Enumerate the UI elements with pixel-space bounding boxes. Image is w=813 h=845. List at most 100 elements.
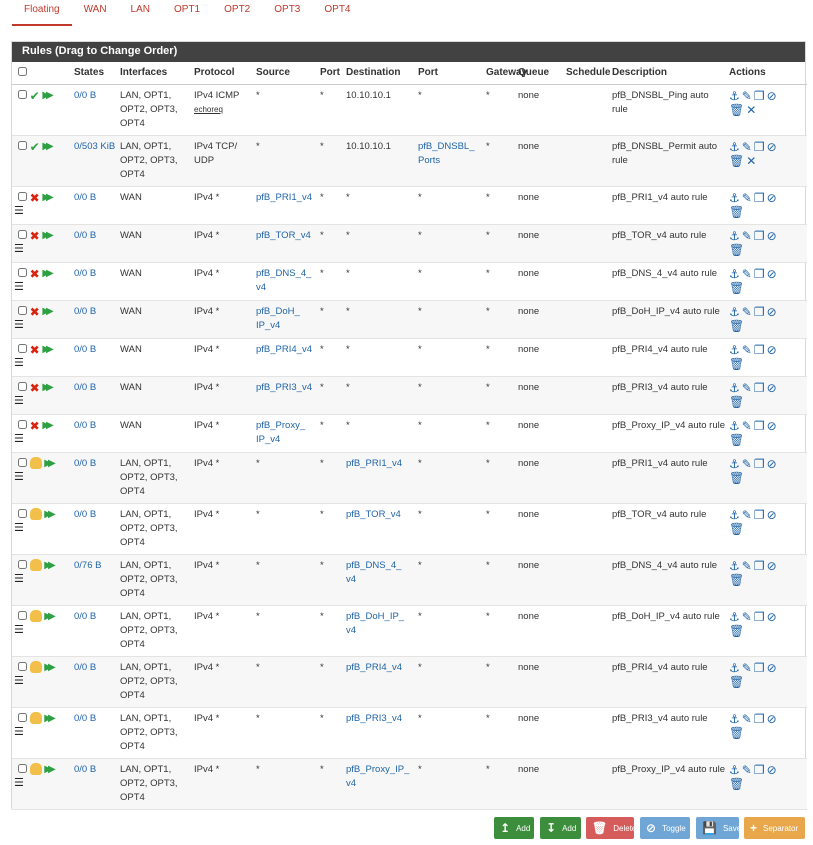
disable-icon[interactable]: ⊘ [767,89,777,103]
row-checkbox[interactable] [18,559,27,569]
row-checkbox[interactable] [18,381,27,391]
source-cell[interactable]: pfB_DoH_ IP_v4 [254,300,318,339]
table-row[interactable]: ✔ ▶▶ 0/503 KiB LAN, OPT1, OPT2, OPT3, OPT4… [12,135,807,187]
states-cell[interactable]: 0/0 B [72,707,118,759]
anchor-icon[interactable]: ⚓ [729,191,740,205]
copy-icon[interactable]: ❐ [754,191,765,205]
table-row[interactable]: ▶▶ ☰ 0/0 B LAN, OPT1, OPT2, OPT3, OPT4 IPv4 … [12,503,807,555]
trash-icon[interactable]: 🗑 [729,103,744,117]
tab-floating[interactable]: Floating [12,0,72,26]
anchor-icon[interactable]: ⚓ [729,140,740,154]
tab-wan[interactable]: WAN [72,0,119,26]
anchor-icon[interactable]: ⚓ [729,661,740,675]
copy-icon[interactable]: ❐ [754,343,765,357]
states-cell[interactable]: 0/0 B [72,503,118,555]
states-cell[interactable]: 0/0 B [72,452,118,504]
row-checkbox[interactable] [18,661,27,671]
tab-opt2[interactable]: OPT2 [212,0,262,26]
copy-icon[interactable]: ❐ [754,305,765,319]
table-row[interactable]: ▶▶ ☰ 0/0 B LAN, OPT1, OPT2, OPT3, OPT4 IPv4 … [12,452,807,504]
states-cell[interactable]: 0/0 B [72,224,118,263]
row-checkbox[interactable] [18,89,27,99]
edit-icon[interactable]: ✎ [742,712,752,726]
table-row[interactable]: ▶▶ ☰ 0/0 B LAN, OPT1, OPT2, OPT3, OPT4 IPv4 … [12,758,807,810]
copy-icon[interactable]: ❐ [754,140,765,154]
destination-cell[interactable]: pfB_DoH_IP_ v4 [344,605,416,657]
table-row[interactable]: ▶▶ ☰ 0/0 B LAN, OPT1, OPT2, OPT3, OPT4 IPv4 … [12,656,807,708]
states-cell[interactable]: 0/0 B [72,84,118,136]
table-row[interactable]: ▶▶ ☰ 0/0 B LAN, OPT1, OPT2, OPT3, OPT4 IPv4 … [12,605,807,657]
anchor-icon[interactable]: ⚓ [729,305,740,319]
copy-icon[interactable]: ❐ [754,267,765,281]
add-button[interactable]: ↧ Add [540,817,581,839]
copy-icon[interactable]: ❐ [754,381,765,395]
trash-icon[interactable]: 🗑 [729,357,744,371]
anchor-icon[interactable]: ⚓ [729,381,740,395]
states-cell[interactable]: 0/503 KiB [72,135,118,187]
disable-icon[interactable]: ⊘ [767,305,777,319]
anchor-icon[interactable]: ⚓ [729,508,740,522]
trash-icon[interactable]: 🗑 [729,205,744,219]
states-cell[interactable]: 0/0 B [72,186,118,225]
edit-icon[interactable]: ✎ [742,191,752,205]
row-checkbox[interactable] [18,343,27,353]
disable-icon[interactable]: ⊘ [767,229,777,243]
disable-icon[interactable]: ⊘ [767,140,777,154]
destination-cell[interactable]: pfB_PRI1_v4 [344,452,416,504]
trash-icon[interactable]: 🗑 [729,319,744,333]
copy-icon[interactable]: ❐ [754,89,765,103]
row-checkbox[interactable] [18,305,27,315]
destination-cell[interactable]: pfB_PRI3_v4 [344,707,416,759]
edit-icon[interactable]: ✎ [742,763,752,777]
anchor-icon[interactable]: ⚓ [729,229,740,243]
trash-icon[interactable]: 🗑 [729,471,744,485]
copy-icon[interactable]: ❐ [754,763,765,777]
protocol-subtype[interactable]: echoreq [194,105,223,114]
edit-icon[interactable]: ✎ [742,559,752,573]
table-row[interactable]: ✔ ▶▶ 0/0 B LAN, OPT1, OPT2, OPT3, OPT4 IPv4… [12,84,807,136]
source-cell[interactable]: pfB_TOR_v4 [254,224,318,263]
source-cell[interactable]: pfB_DNS_4_ v4 [254,262,318,301]
disable-icon[interactable]: ⊘ [767,343,777,357]
anchor-icon[interactable]: ⚓ [729,457,740,471]
destination-cell[interactable]: pfB_TOR_v4 [344,503,416,555]
copy-icon[interactable]: ❐ [754,419,765,433]
select-all-checkbox[interactable] [18,67,27,77]
edit-icon[interactable]: ✎ [742,457,752,471]
table-row[interactable]: ✖ ▶▶ ☰ 0/0 B WAN IPv4 * pfB_TOR_v4 * * * * none pfB… [12,224,807,263]
states-cell[interactable]: 0/0 B [72,338,118,377]
disable-icon[interactable]: ⊘ [767,419,777,433]
row-checkbox[interactable] [18,229,27,239]
trash-icon[interactable]: 🗑 [729,395,744,409]
disable-icon[interactable]: ⊘ [767,661,777,675]
edit-icon[interactable]: ✎ [742,419,752,433]
table-row[interactable]: ✖ ▶▶ ☰ 0/0 B WAN IPv4 * pfB_Proxy_ IP_v4 * * * * n… [12,414,807,453]
edit-icon[interactable]: ✎ [742,267,752,281]
row-checkbox[interactable] [18,140,27,150]
anchor-icon[interactable]: ⚓ [729,267,740,281]
row-checkbox[interactable] [18,508,27,518]
table-row[interactable]: ▶▶ ☰ 0/0 B LAN, OPT1, OPT2, OPT3, OPT4 IPv4 … [12,707,807,759]
source-cell[interactable]: pfB_PRI3_v4 [254,376,318,415]
edit-icon[interactable]: ✎ [742,381,752,395]
source-cell[interactable]: pfB_PRI4_v4 [254,338,318,377]
row-checkbox[interactable] [18,712,27,722]
copy-icon[interactable]: ❐ [754,559,765,573]
copy-icon[interactable]: ❐ [754,508,765,522]
trash-icon[interactable]: 🗑 [729,777,744,791]
row-checkbox[interactable] [18,267,27,277]
states-cell[interactable]: 0/76 B [72,554,118,606]
anchor-icon[interactable]: ⚓ [729,559,740,573]
destination-cell[interactable]: pfB_DNS_4_ v4 [344,554,416,606]
edit-icon[interactable]: ✎ [742,305,752,319]
row-checkbox[interactable] [18,610,27,620]
trash-icon[interactable]: 🗑 [729,281,744,295]
table-row[interactable]: ✖ ▶▶ ☰ 0/0 B WAN IPv4 * pfB_PRI3_v4 * * * * none pf… [12,376,807,415]
toggle-button[interactable]: ⊘ Toggle [640,817,690,839]
edit-icon[interactable]: ✎ [742,610,752,624]
edit-icon[interactable]: ✎ [742,229,752,243]
edit-icon[interactable]: ✎ [742,661,752,675]
trash-icon[interactable]: 🗑 [729,675,744,689]
states-cell[interactable]: 0/0 B [72,376,118,415]
destination-cell[interactable]: pfB_PRI4_v4 [344,656,416,708]
